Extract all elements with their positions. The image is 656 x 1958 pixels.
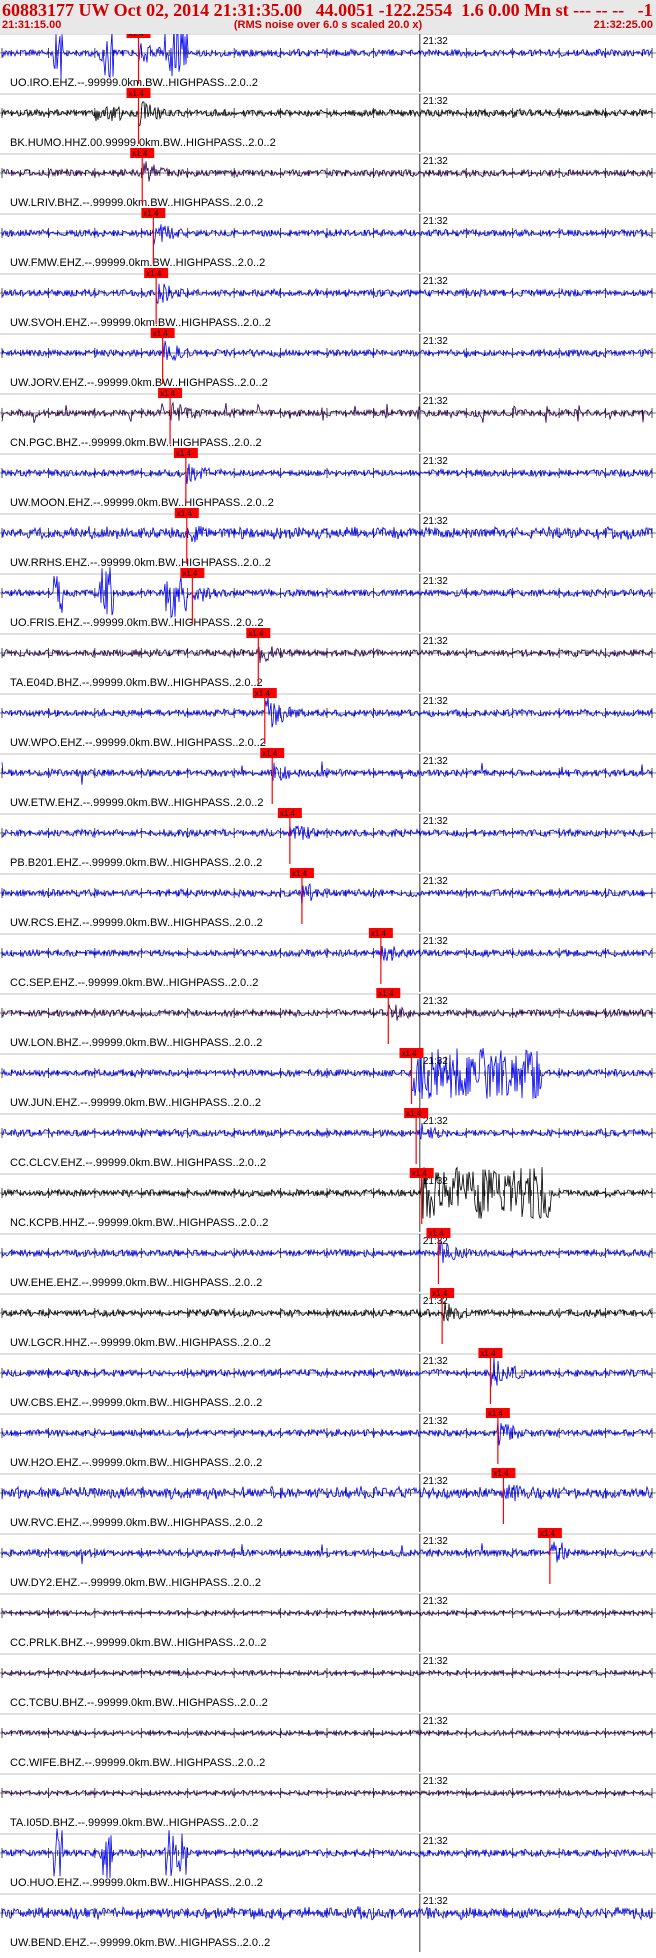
station-label: CC.PRLK.BHZ.--.99999.0km.BW..HIGHPASS..2… [10,1637,267,1649]
header-bar: 60883177 UW Oct 02, 2014 21:31:35.00 44.… [0,0,656,34]
station-label: UO.FRIS.EHZ.--.99999.0km.BW..HIGHPASS..2… [10,617,263,629]
station-label: UW.JUN.EHZ.--.99999.0km.BW..HIGHPASS..2.… [10,1097,261,1109]
station-label: UW.MOON.EHZ.--.99999.0km.BW..HIGHPASS..2… [10,497,274,509]
minute-marker-label: 21:32 [423,1596,448,1607]
minute-marker-label: 21:32 [423,156,448,167]
minute-marker-label: 21:32 [423,1896,448,1907]
minute-marker-label: 21:32 [423,576,448,587]
pick-flag-label: x1.4 [248,629,264,638]
station-label: UW.RVC.EHZ.--.99999.0km.BW..HIGHPASS..2.… [10,1517,263,1529]
minute-marker-label: 21:32 [423,96,448,107]
pick-flag-label: x1.4 [143,209,159,218]
pick-flag-label: x1.4 [160,389,176,398]
minute-marker-label: 21:32 [423,1656,448,1667]
pick-flag-label: x1.4 [255,689,271,698]
minute-marker-label: 21:32 [423,336,448,347]
station-label: UW.CBS.EHZ.--.99999.0km.BW..HIGHPASS..2.… [10,1397,262,1409]
station-label: UW.LON.BHZ.--.99999.0km.BW..HIGHPASS..2.… [10,1037,262,1049]
end-time-label: 21:32:25.00 [593,19,653,31]
minute-marker-label: 21:32 [423,816,448,827]
minute-marker-label: 21:32 [423,1716,448,1727]
station-label: UW.LGCR.HHZ.--.99999.0km.BW..HIGHPASS..2… [10,1337,271,1349]
minute-marker-label: 21:32 [423,276,448,287]
minute-marker-label: 21:32 [423,36,448,47]
station-label: CN.PGC.BHZ.--.99999.0km.BW..HIGHPASS..2.… [10,437,262,449]
station-label: UW.DY2.EHZ.--.99999.0km.BW..HIGHPASS..2.… [10,1577,261,1589]
waveform-trace [1,567,653,619]
pick-flag-label: x1.4 [262,749,278,758]
minute-marker-label: 21:32 [423,1356,448,1367]
station-label: UW.BEND.EHZ.--.99999.0km.BW..HIGHPASS..2… [10,1937,270,1949]
minute-marker-label: 21:32 [423,936,448,947]
station-label: TA.E04D.BHZ.--.99999.0km.BW..HIGHPASS..2… [10,677,263,689]
station-label: UW.EHE.EHZ.--.99999.0km.BW..HIGHPASS..2.… [10,1277,262,1289]
station-label: UW.H2O.EHZ.--.99999.0km.BW..HIGHPASS..2.… [10,1457,262,1469]
event-title: 60883177 UW Oct 02, 2014 21:31:35.00 44.… [2,0,653,20]
station-label: TA.I05D.BHZ.--.99999.0km.BW..HIGHPASS..2… [10,1817,258,1829]
station-label: UW.ETW.EHZ.--.99999.0km.BW..HIGHPASS..2.… [10,797,263,809]
pick-flag-label: x1.4 [129,89,145,98]
pick-flag-label: x1.4 [176,449,192,458]
waveform-trace [1,1828,653,1879]
pick-flag-label: x1.4 [488,1409,504,1418]
station-label: CC.CLCV.EHZ.--.99999.0km.BW..HIGHPASS..2… [10,1157,266,1169]
station-label: UW.SVOH.EHZ.--.99999.0km.BW..HIGHPASS..2… [10,317,271,329]
pick-flag-label: x1.4 [540,1529,556,1538]
minute-marker-label: 21:32 [423,456,448,467]
pick-flag-label: x1.4 [412,1169,428,1178]
minute-marker-label: 21:32 [423,696,448,707]
minute-marker-label: 21:32 [423,1836,448,1847]
minute-marker-label: 21:32 [423,1536,448,1547]
seismogram-plot: 21:32 UO.IRO.EHZ.--.99999.0km.BW..HIGHPAS… [0,34,656,1952]
pick-flag-label: x1.4 [432,1289,448,1298]
station-label: UW.FMW.EHZ.--.99999.0km.BW..HIGHPASS..2.… [10,257,265,269]
minute-marker-label: 21:32 [423,516,448,527]
station-label: CC.WIFE.BHZ.--.99999.0km.BW..HIGHPASS..2… [10,1757,265,1769]
station-label: UW.JORV.EHZ.--.99999.0km.BW..HIGHPASS..2… [10,377,268,389]
pick-flag-label: x1.4 [177,509,193,518]
station-label: UW.LRIV.BHZ.--.99999.0km.BW..HIGHPASS..2… [10,197,263,209]
pick-flag-label: x1.4 [378,989,394,998]
station-label: BK.HUMO.HHZ.00.99999.0km.BW..HIGHPASS..2… [10,137,276,149]
pick-flag-label: x1.4 [292,869,308,878]
station-label: UO.IRO.EHZ.--.99999.0km.BW..HIGHPASS..2.… [10,77,258,89]
pick-flag-label: x1.4 [480,1349,496,1358]
pick-flag-label: x1.4 [428,1229,444,1238]
station-label: UW.RCS.EHZ.--.99999.0km.BW..HIGHPASS..2.… [10,917,263,929]
waveform-trace [1,696,653,728]
station-label: UW.WPO.EHZ.--.99999.0km.BW..HIGHPASS..2.… [10,737,266,749]
minute-marker-label: 21:32 [423,396,448,407]
pick-flag-label: x1.4 [146,269,162,278]
pick-flag-label: x1.4 [493,1469,509,1478]
station-label: NC.KCPB.HHZ.--.99999.0km.BW..HIGHPASS..2… [10,1217,268,1229]
station-label: UW.RRHS.EHZ.--.99999.0km.BW..HIGHPASS..2… [10,557,271,569]
pick-flag-label: x1.4 [182,569,198,578]
waveform-trace [1,761,653,785]
station-label: CC.SEP.EHZ.--.99999.0km.BW..HIGHPASS..2.… [10,977,258,989]
pick-flag-label: x1.4 [402,1049,418,1058]
pick-flag-label: x1.4 [280,809,296,818]
waveform-trace [2,1356,652,1387]
scaling-note: (RMS noise over 6.0 s scaled 20.0 x) [233,19,423,31]
minute-marker-label: 21:32 [423,756,448,767]
pick-flag-label: x1.4 [132,149,148,158]
station-label: CC.TCBU.BHZ.--.99999.0km.BW..HIGHPASS..2… [10,1697,268,1709]
minute-marker-label: 21:32 [423,1056,448,1067]
station-label: PB.B201.EHZ.--.99999.0km.BW..HIGHPASS..2… [10,857,262,869]
minute-marker-label: 21:32 [423,1776,448,1787]
minute-marker-label: 21:32 [423,216,448,227]
waveform-trace [1,1240,653,1264]
pick-flag-label: x1.4 [153,329,169,338]
minute-marker-label: 21:32 [423,636,448,647]
pick-flag-label: x1.4 [406,1109,422,1118]
pick-flag-label: x1.4 [129,34,145,38]
station-label: UO.HUO.EHZ.--.99999.0km.BW..HIGHPASS..2.… [10,1877,263,1889]
pick-flag-label: x1.4 [371,929,387,938]
minute-marker-label: 21:32 [423,1476,448,1487]
minute-marker-label: 21:32 [423,876,448,887]
minute-marker-label: 21:32 [423,1416,448,1427]
minute-marker-label: 21:32 [423,996,448,1007]
